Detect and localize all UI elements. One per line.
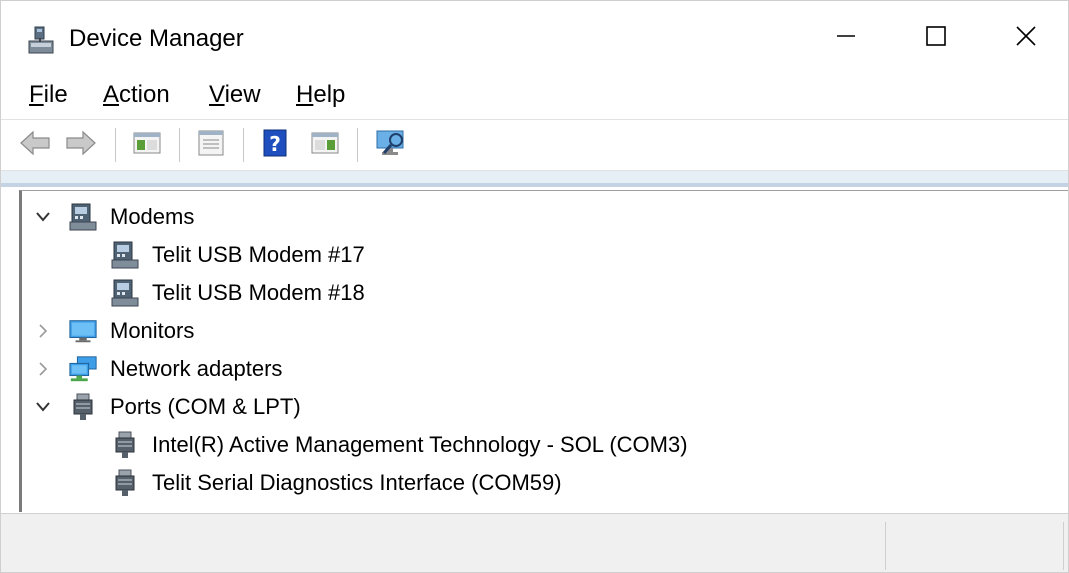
tree-node-telit-usb-modem-17[interactable]: Telit USB Modem #17 [110,236,365,274]
tree-node-telit-serial-diagnostics-com59[interactable]: Telit Serial Diagnostics Interface (COM5… [110,464,562,502]
scan-hardware-button[interactable] [373,127,409,163]
modem-icon [110,240,140,270]
properties-icon [196,129,226,162]
tree-node-label: Modems [110,204,195,229]
monitor-icon [68,316,98,346]
pane-divider-line [1,183,1068,187]
close-button[interactable] [981,1,1068,75]
status-bar-separator [1063,522,1064,570]
chevron-right-icon[interactable] [34,360,52,378]
tree-node-monitors[interactable]: Monitors [68,312,194,350]
chevron-right-icon[interactable] [34,322,52,340]
status-bar-separator [885,522,886,570]
chevron-down-icon[interactable] [34,398,52,416]
device-manager-icon [26,23,60,57]
back-icon [19,130,51,161]
port-icon [68,392,98,422]
menu-action-accel: A [103,81,120,108]
close-icon [1015,25,1037,52]
maximize-icon [925,25,947,52]
menu-action[interactable]: Action [99,81,174,109]
tree-node-network-adapters[interactable]: Network adapters [68,350,282,388]
chevron-down-icon[interactable] [34,208,52,226]
modem-icon [68,202,98,232]
minimize-button[interactable] [801,1,891,75]
menu-help-label: elp [313,81,346,108]
tree-node-label: Telit USB Modem #18 [152,280,365,305]
tree-node-label: Telit USB Modem #17 [152,242,365,267]
menu-view-accel: V [209,81,225,108]
device-manager-window: Device Manager File Action View Help ? M… [0,0,1069,573]
help-button[interactable]: ? [257,127,293,163]
scan-hardware-icon [374,128,408,163]
forward-icon [65,130,97,161]
tree-node-modems[interactable]: Modems [68,198,194,236]
action-pane-icon [310,130,340,161]
show-hide-console-tree-icon [132,130,162,161]
tree-node-label: Intel(R) Active Management Technology - … [152,432,688,457]
tree-node-intel-amt-sol-com3[interactable]: Intel(R) Active Management Technology - … [110,426,688,464]
show-hide-console-tree-button[interactable] [129,127,165,163]
back-button[interactable] [17,127,53,163]
help-icon: ? [261,128,289,163]
action-pane-button[interactable] [307,127,343,163]
forward-button[interactable] [63,127,99,163]
tree-node-ports[interactable]: Ports (COM & LPT) [68,388,301,426]
toolbar-separator [243,128,244,162]
toolbar-separator [357,128,358,162]
title-bar[interactable]: Device Manager [1,1,1068,75]
port-icon [110,468,140,498]
status-bar [1,513,1068,572]
properties-button[interactable] [193,127,229,163]
menu-view-label: iew [224,81,261,108]
menu-view[interactable]: View [205,81,265,109]
svg-text:?: ? [269,132,281,156]
modem-icon [110,278,140,308]
window-title: Device Manager [69,25,244,52]
maximize-button[interactable] [891,1,981,75]
minimize-icon [836,26,856,51]
toolbar: ? [1,119,1068,171]
tree-node-label: Monitors [110,318,195,343]
tree-node-telit-usb-modem-18[interactable]: Telit USB Modem #18 [110,274,365,312]
tree-node-label: Ports (COM & LPT) [110,394,301,419]
menu-help-accel: H [296,81,314,108]
tree-node-label: Network adapters [110,356,283,381]
menu-file-accel: F [29,81,44,108]
toolbar-separator [179,128,180,162]
tree-node-label: Telit Serial Diagnostics Interface (COM5… [152,470,562,495]
menu-action-label: ction [119,81,170,108]
menu-help[interactable]: Help [292,81,349,109]
toolbar-separator [115,128,116,162]
menu-file-label: ile [43,81,68,108]
port-icon [110,430,140,460]
network-adapter-icon [68,354,98,384]
device-tree[interactable]: Modems Telit USB Modem #17 Telit USB Mod… [19,190,1068,512]
menu-file[interactable]: File [25,81,72,109]
menu-bar: File Action View Help [1,75,1068,119]
